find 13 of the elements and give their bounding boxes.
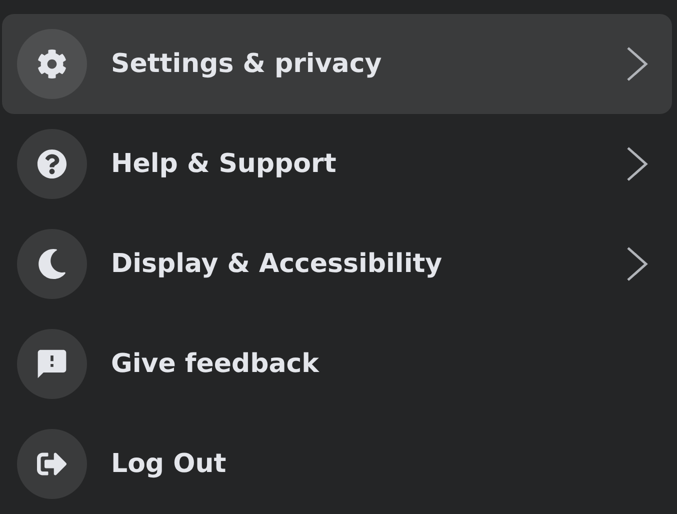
gear-icon	[37, 49, 67, 79]
menu-item[interactable]: Display & Accessibility	[2, 214, 672, 314]
menu-item[interactable]: Help & Support	[2, 114, 672, 214]
moon-icon	[37, 249, 67, 279]
menu-label: Log Out	[111, 449, 228, 479]
menu-item[interactable]: Settings & privacy	[2, 14, 672, 114]
menu-label: Give feedback	[111, 349, 320, 379]
menu-label: Settings & privacy	[111, 49, 383, 79]
menu-label: Display & Accessibility	[111, 249, 444, 279]
question-icon	[37, 149, 67, 179]
menu-item[interactable]: Give feedback	[2, 314, 672, 414]
menu-label: Help & Support	[111, 149, 338, 179]
menu-item[interactable]: Log Out	[2, 414, 672, 514]
